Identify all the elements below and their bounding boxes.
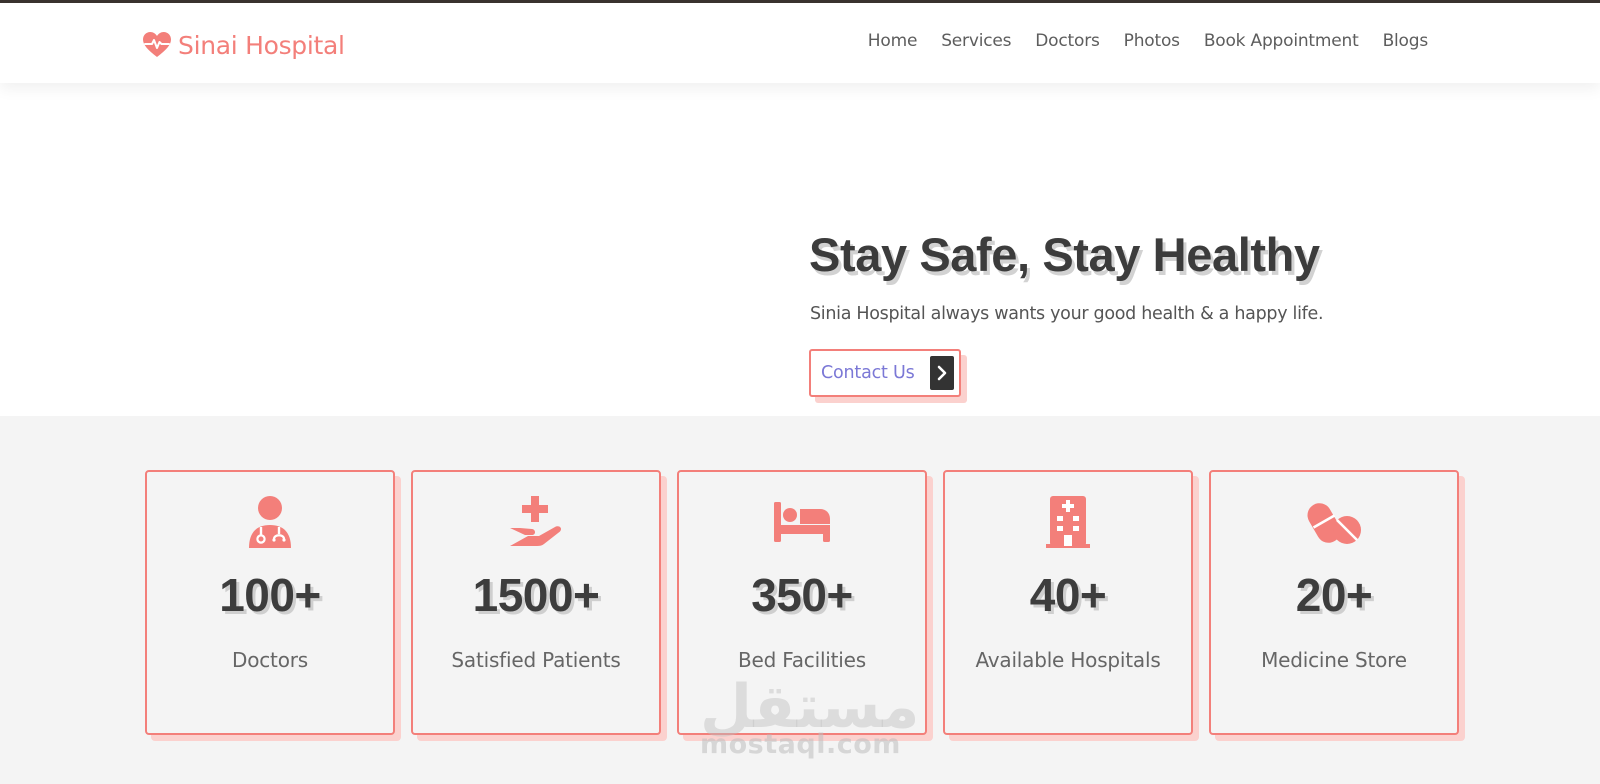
nav-book-appointment[interactable]: Book Appointment xyxy=(1204,31,1359,51)
watermark-latin: mostaql.com xyxy=(700,729,901,760)
hand-holding-medical-icon xyxy=(510,496,562,546)
chevron-right-icon xyxy=(930,356,954,390)
stat-count: 40+ xyxy=(1029,569,1107,621)
pills-icon xyxy=(1307,503,1361,544)
nav-blogs[interactable]: Blogs xyxy=(1383,31,1429,51)
bed-icon xyxy=(774,502,830,542)
stat-count: 1500+ xyxy=(472,569,600,621)
brand-name: Sinai Hospital xyxy=(178,30,345,60)
stat-card-patients: 1500+ Satisfied Patients xyxy=(411,470,661,735)
stat-card-doctors: 100+ Doctors xyxy=(145,470,395,735)
heartbeat-icon xyxy=(143,32,171,57)
stat-label: Medicine Store xyxy=(1261,648,1407,672)
hero-subtitle: Sinia Hospital always wants your good he… xyxy=(810,304,1324,324)
brand-logo[interactable]: Sinai Hospital xyxy=(143,25,345,65)
stat-card-medicine: 20+ Medicine Store xyxy=(1209,470,1459,735)
nav-home[interactable]: Home xyxy=(868,31,918,51)
doctor-icon xyxy=(249,496,291,548)
stat-label: Available Hospitals xyxy=(975,648,1161,672)
nav-photos[interactable]: Photos xyxy=(1124,31,1180,51)
stat-count: 20+ xyxy=(1295,569,1373,621)
stat-label: Satisfied Patients xyxy=(451,648,621,672)
stat-count: 350+ xyxy=(751,569,853,621)
watermark-arabic: مستقل xyxy=(700,672,920,742)
navbar: Sinai Hospital Home Services Doctors Pho… xyxy=(0,3,1600,83)
hero-section: Stay Safe, Stay Healthy Sinia Hospital a… xyxy=(0,83,1600,416)
stat-label: Doctors xyxy=(232,648,308,672)
hero-title: Stay Safe, Stay Healthy xyxy=(809,228,1320,281)
hospital-building-icon xyxy=(1046,496,1090,548)
nav-doctors[interactable]: Doctors xyxy=(1035,31,1100,51)
nav-services[interactable]: Services xyxy=(941,31,1011,51)
stat-card-hospitals: 40+ Available Hospitals xyxy=(943,470,1193,735)
stat-count: 100+ xyxy=(219,569,321,621)
watermark: مستقل mostaql.com xyxy=(700,672,920,760)
contact-us-label: Contact Us xyxy=(821,363,915,383)
main-nav: Home Services Doctors Photos Book Appoin… xyxy=(868,31,1428,51)
contact-us-button[interactable]: Contact Us xyxy=(809,349,961,397)
